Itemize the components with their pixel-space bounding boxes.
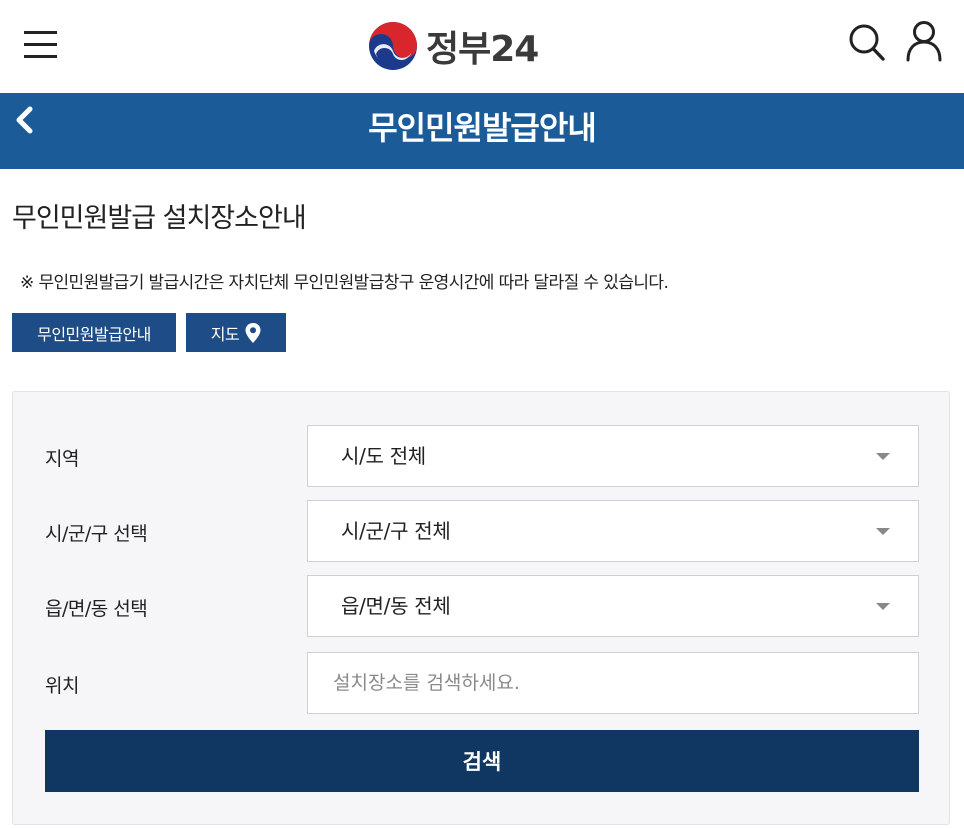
tab-label: 무인민원발급안내 xyxy=(37,324,151,344)
location-search-input[interactable] xyxy=(307,652,919,714)
region-select[interactable]: 시/도 전체 xyxy=(307,425,919,487)
town-label: 읍/면/동 선택 xyxy=(45,598,148,620)
tab-map[interactable]: 지도 xyxy=(186,313,286,352)
caret-down-icon xyxy=(876,453,890,460)
district-label: 시/군/구 선택 xyxy=(45,523,148,545)
search-panel: 지역 시/도 전체 시/군/구 선택 시/군/구 전체 읍/면/동 선택 읍/면… xyxy=(12,391,950,825)
title-bar: 무인민원발급안내 xyxy=(0,93,964,169)
town-select-value: 읍/면/동 전체 xyxy=(341,594,451,618)
map-pin-icon xyxy=(245,322,261,343)
taegeuk-emblem-icon xyxy=(369,22,417,70)
search-icon[interactable] xyxy=(848,22,886,62)
district-select[interactable]: 시/군/구 전체 xyxy=(307,500,919,562)
logo-text: 정부24 xyxy=(426,29,539,70)
caret-down-icon xyxy=(876,603,890,610)
top-header: 정부24 xyxy=(0,0,964,93)
notice-text: ※ 무인민원발급기 발급시간은 자치단체 무인민원발급창구 운영시간에 따라 달… xyxy=(20,273,669,293)
search-button[interactable]: 검색 xyxy=(45,730,919,792)
section-title: 무인민원발급 설치장소안내 xyxy=(12,203,307,234)
page-title: 무인민원발급안내 xyxy=(368,109,597,147)
tab-unmanned-guide[interactable]: 무인민원발급안내 xyxy=(12,313,176,352)
town-select[interactable]: 읍/면/동 전체 xyxy=(307,575,919,637)
user-icon[interactable] xyxy=(905,20,943,62)
tab-label: 지도 xyxy=(210,324,240,344)
site-logo[interactable]: 정부24 xyxy=(368,20,539,72)
caret-down-icon xyxy=(876,528,890,535)
district-select-value: 시/군/구 전체 xyxy=(341,519,451,543)
region-label: 지역 xyxy=(45,448,79,470)
hamburger-menu-icon[interactable] xyxy=(24,29,58,61)
location-label: 위치 xyxy=(45,675,79,697)
back-button[interactable] xyxy=(10,103,40,137)
region-select-value: 시/도 전체 xyxy=(341,444,426,468)
